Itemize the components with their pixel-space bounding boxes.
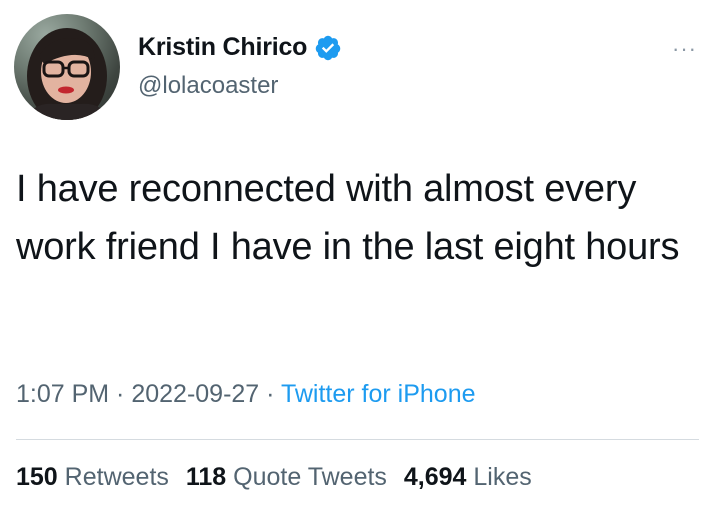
likes-stat[interactable]: 4,694 Likes [404,463,532,491]
tweet-card: Kristin Chirico @lolacoaster ··· I have … [0,0,713,508]
retweets-stat[interactable]: 150 Retweets [16,463,169,491]
user-handle[interactable]: @lolacoaster [138,72,278,100]
verified-badge-icon [314,34,342,62]
retweets-label: Retweets [64,463,169,491]
tweet-text: I have reconnected with almost every wor… [16,168,680,268]
tweet-stats: 150 Retweets 118 Quote Tweets 4,694 Like… [16,463,542,492]
quote-tweets-count: 118 [185,463,227,491]
quote-tweets-label: Quote Tweets [233,463,387,491]
tweet-time[interactable]: 1:07 PM [16,380,109,408]
author-name-row: Kristin Chirico [138,33,342,62]
tweet-meta: 1:07 PM · 2022-09-27 · Twitter for iPhon… [16,380,476,409]
quote-tweets-stat[interactable]: 118 Quote Tweets [186,463,387,491]
meta-separator: · [109,380,132,408]
tweet-date[interactable]: 2022-09-27 [131,380,259,408]
likes-label: Likes [473,463,532,491]
avatar-photo [24,28,110,120]
display-name[interactable]: Kristin Chirico [138,33,307,62]
likes-count: 4,694 [403,463,467,491]
more-options-icon[interactable]: ··· [672,38,697,60]
retweets-count: 150 [16,463,58,491]
avatar[interactable] [14,14,120,120]
tweet-source-link[interactable]: Twitter for iPhone [281,380,476,408]
meta-separator: · [259,380,281,408]
divider [16,439,699,440]
